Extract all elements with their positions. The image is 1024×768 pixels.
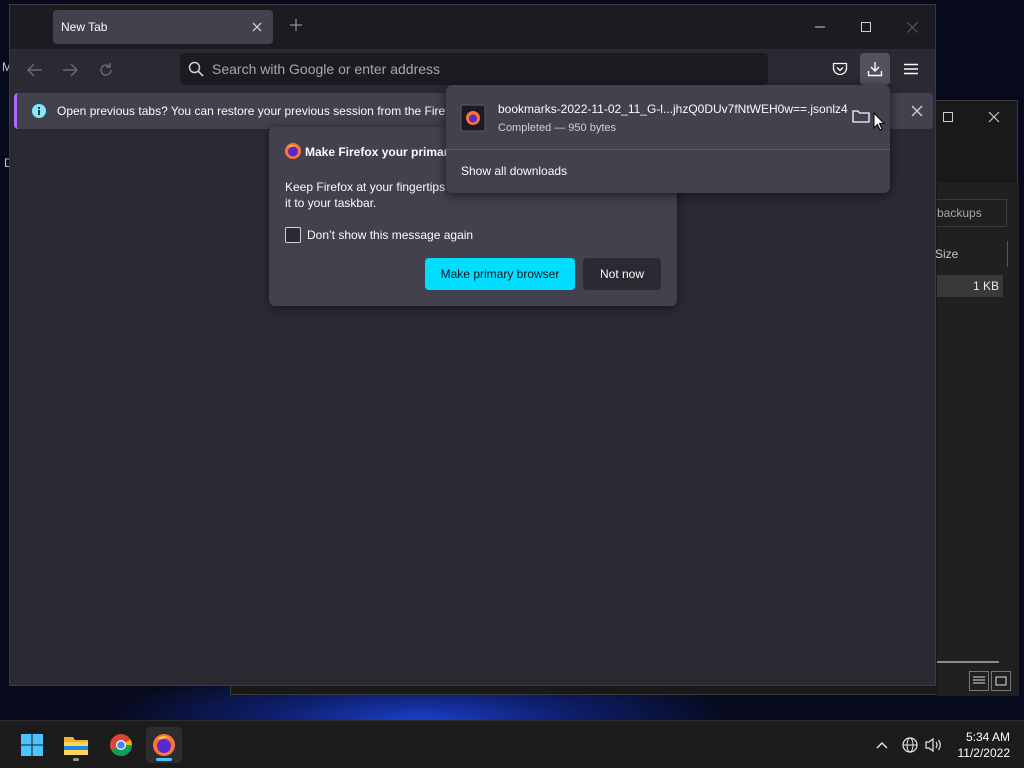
window-controls <box>797 5 935 49</box>
make-primary-browser-button[interactable]: Make primary browser <box>425 258 575 290</box>
column-divider[interactable] <box>1007 241 1008 267</box>
maximize-icon <box>943 112 953 122</box>
download-status: Completed — 950 bytes <box>498 122 617 134</box>
close-icon <box>911 105 923 117</box>
new-tab-button[interactable] <box>286 17 306 37</box>
prompt-body-line: Keep Firefox at your fingertips <box>285 180 446 194</box>
active-indicator <box>156 758 172 761</box>
pocket-icon <box>832 62 848 76</box>
tiles-view-icon <box>995 676 1007 686</box>
volume-button[interactable] <box>924 733 944 757</box>
horizontal-scrollbar[interactable] <box>937 661 999 663</box>
start-button[interactable] <box>14 727 50 763</box>
panel-divider <box>446 149 890 150</box>
forward-arrow-icon <box>63 63 78 77</box>
reload-icon <box>100 63 112 76</box>
running-indicator <box>73 758 79 761</box>
close-button[interactable] <box>971 101 1017 133</box>
close-icon <box>252 22 262 32</box>
not-now-button[interactable]: Not now <box>583 258 661 290</box>
mouse-cursor-icon <box>873 112 885 131</box>
menu-button[interactable] <box>896 53 926 85</box>
start-icon <box>21 734 43 756</box>
speaker-icon <box>925 737 941 753</box>
file-explorer-taskbar-button[interactable] <box>58 727 94 763</box>
prompt-title: Make Firefox your primary <box>305 145 456 159</box>
firefox-logo-icon <box>285 143 301 159</box>
tab-strip: New Tab <box>10 5 935 49</box>
infobar-close-button[interactable] <box>907 101 927 121</box>
clock-date: 11/2/2022 <box>957 746 1011 760</box>
tiles-view-button[interactable] <box>991 671 1011 691</box>
firefox-icon <box>153 734 175 756</box>
navigation-toolbar: Search with Google or enter address <box>10 49 935 89</box>
chrome-taskbar-button[interactable] <box>103 727 139 763</box>
info-icon <box>32 104 46 118</box>
system-clock[interactable]: 5:34 AM 11/2/2022 <box>958 729 1011 761</box>
close-icon <box>988 111 1000 123</box>
pocket-button[interactable] <box>825 53 855 85</box>
prompt-body: Keep Firefox at your fingertips it to yo… <box>285 179 455 211</box>
download-icon <box>867 62 883 77</box>
minimize-icon <box>815 26 825 28</box>
chrome-icon <box>110 734 132 756</box>
search-icon <box>188 61 204 77</box>
close-icon <box>906 21 918 33</box>
tab-title: New Tab <box>61 20 108 34</box>
column-header-size[interactable]: Size <box>935 247 958 261</box>
file-row-size[interactable]: 1 KB <box>937 275 1003 297</box>
network-button[interactable] <box>900 733 920 757</box>
tab-close-button[interactable] <box>249 19 265 35</box>
checkbox-box[interactable] <box>285 227 301 243</box>
prompt-body-line: it to your taskbar. <box>285 196 377 210</box>
close-button[interactable] <box>889 5 935 49</box>
address-placeholder: Search with Google or enter address <box>212 61 441 77</box>
reload-button[interactable] <box>93 57 119 83</box>
address-bar[interactable]: Search with Google or enter address <box>180 53 768 85</box>
maximize-icon <box>861 22 871 32</box>
firefox-taskbar-button[interactable] <box>146 727 182 763</box>
back-arrow-icon <box>27 63 42 77</box>
forward-button[interactable] <box>57 57 83 83</box>
open-containing-folder-button[interactable] <box>852 109 874 129</box>
hamburger-menu-icon <box>904 63 918 75</box>
details-view-button[interactable] <box>969 671 989 691</box>
clock-time: 5:34 AM <box>965 730 1010 744</box>
taskbar: 5:34 AM 11/2/2022 <box>0 720 1024 768</box>
file-type-icon <box>460 104 486 132</box>
view-toggle-group <box>969 671 1011 691</box>
explorer-search-input[interactable]: backups <box>937 199 1007 227</box>
show-hidden-icons-button[interactable] <box>872 733 892 757</box>
chevron-up-icon <box>876 742 888 749</box>
dont-show-again-checkbox[interactable]: Don’t show this message again <box>285 227 473 243</box>
details-view-icon <box>973 676 985 684</box>
downloads-button[interactable] <box>860 53 890 85</box>
minimize-button[interactable] <box>797 5 843 49</box>
downloads-panel: bookmarks-2022-11-02_11_G-l...jhzQ0DUv7f… <box>446 85 890 193</box>
maximize-button[interactable] <box>843 5 889 49</box>
infobar-message: Open previous tabs? You can restore your… <box>57 104 462 118</box>
checkbox-label: Don’t show this message again <box>307 228 474 242</box>
show-all-downloads-button[interactable]: Show all downloads <box>461 164 567 178</box>
file-explorer-icon <box>64 737 88 755</box>
back-button[interactable] <box>22 57 48 83</box>
folder-icon <box>852 110 870 123</box>
plus-icon <box>290 19 302 31</box>
tab-new-tab[interactable]: New Tab <box>53 10 273 44</box>
download-file-name[interactable]: bookmarks-2022-11-02_11_G-l...jhzQ0DUv7f… <box>498 102 848 116</box>
globe-icon <box>902 737 918 753</box>
